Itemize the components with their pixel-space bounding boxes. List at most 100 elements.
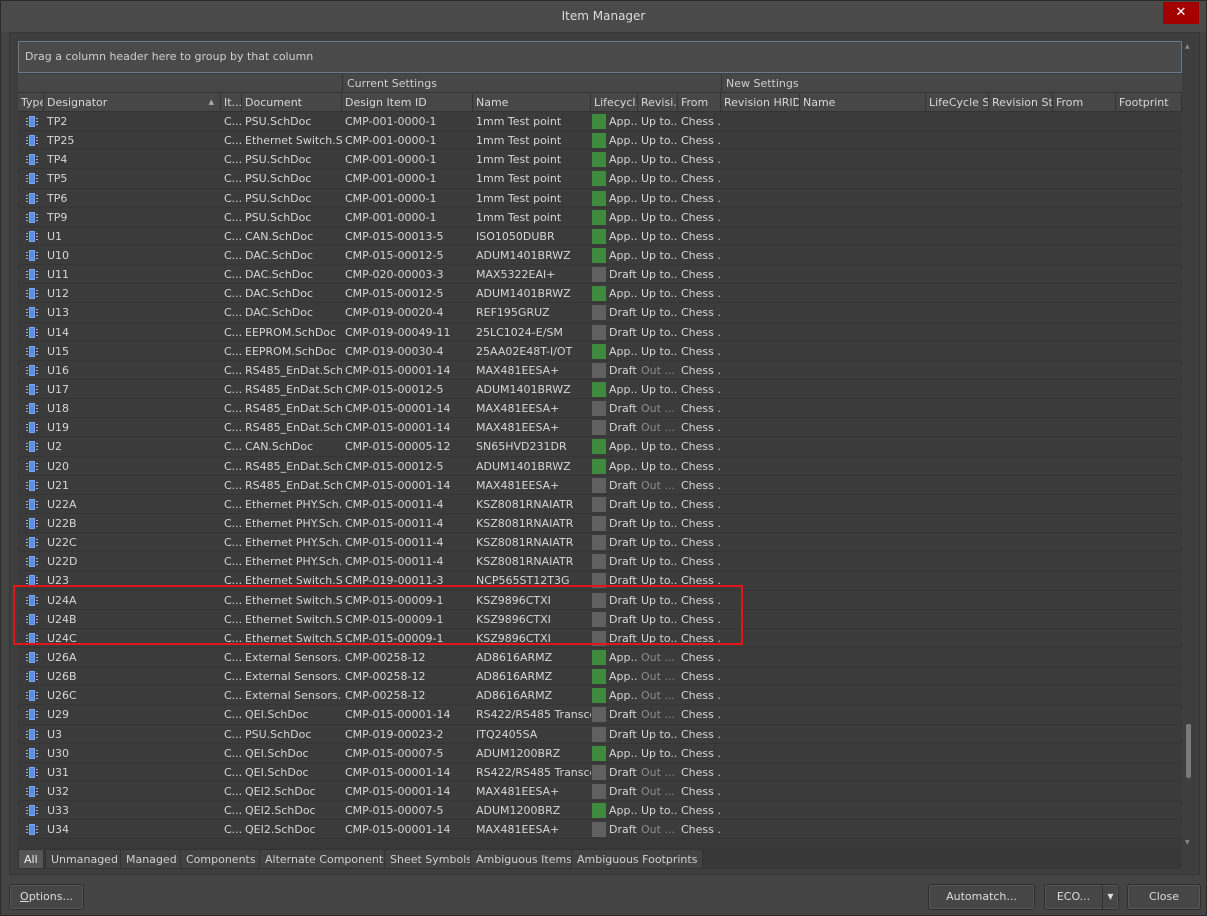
- table-row[interactable]: U22D C... Ethernet PHY.Sch... CMP-015-00011…: [18, 552, 1182, 572]
- eco-button-label: ECO...: [1056, 890, 1091, 903]
- tab-sheet-symbols[interactable]: Sheet Symbols: [384, 849, 479, 869]
- table-row[interactable]: TP2 C... PSU.SchDoc CMP-001-0000-1 1mm Test …: [18, 112, 1182, 132]
- tab-unmanaged[interactable]: Unmanaged: [45, 849, 124, 869]
- cell-document: DAC.SchDoc: [245, 268, 314, 282]
- table-row[interactable]: U31 C... QEI.SchDoc CMP-015-00001-14 RS422/R…: [18, 762, 1182, 782]
- table-row[interactable]: U3 C... PSU.SchDoc CMP-019-00023-2 ITQ2405SA…: [18, 724, 1182, 744]
- header-name[interactable]: Name: [473, 93, 591, 112]
- table-row[interactable]: U33 C... QEI2.SchDoc CMP-015-00007-5 ADUM120…: [18, 801, 1182, 821]
- table-row[interactable]: U13 C... DAC.SchDoc CMP-019-00020-4 REF195GR…: [18, 303, 1182, 323]
- cell-designator: U22A: [47, 497, 77, 511]
- header-new-from[interactable]: From: [1053, 93, 1116, 112]
- cell-lifecycle: App...: [591, 342, 638, 361]
- tab-all[interactable]: All: [18, 849, 44, 869]
- lifecycle-status-swatch: [592, 688, 606, 704]
- cell-lifecycle: Draft: [591, 725, 638, 744]
- table-row[interactable]: U34 C... QEI2.SchDoc CMP-015-00001-14 MAX481…: [18, 820, 1182, 840]
- tab-components[interactable]: Components: [180, 849, 262, 869]
- table-row[interactable]: U19 C...RS485_EnDat.Sch...CMP-015-00001-1…: [18, 418, 1182, 438]
- table-row[interactable]: U24C C...Ethernet Switch.Sc...CMP-015-000…: [18, 628, 1182, 648]
- table-row[interactable]: U22C C... Ethernet PHY.Sch... CMP-015-00011…: [18, 533, 1182, 553]
- table-row[interactable]: TP6 C... PSU.SchDoc CMP-001-0000-1 1mm Test …: [18, 188, 1182, 208]
- cell-design-item-id: CMP-015-00001-14: [345, 708, 451, 722]
- header-design-item-id[interactable]: Design Item ID: [342, 93, 473, 112]
- header-from[interactable]: From: [678, 93, 721, 112]
- cell-design-item-id: CMP-001-0000-1: [345, 115, 437, 128]
- table-row[interactable]: U22A C... Ethernet PHY.Sch... CMP-015-00011…: [18, 494, 1182, 514]
- header-new-footprint[interactable]: Footprint: [1116, 93, 1182, 112]
- close-icon[interactable]: ✕: [1163, 2, 1199, 24]
- table-row[interactable]: U24B C...Ethernet Switch.Sc...CMP-015-000…: [18, 609, 1182, 629]
- cell-name: SN65HVD231DR: [476, 440, 567, 454]
- cell-designator: TP4: [47, 153, 68, 167]
- group-by-bar[interactable]: Drag a column header here to group by th…: [18, 41, 1182, 73]
- cell-revision: Out ...: [641, 363, 675, 377]
- table-row[interactable]: U12 C... DAC.SchDoc CMP-015-00012-5 ADUM1401…: [18, 284, 1182, 304]
- tab-alternate-components[interactable]: Alternate Components: [259, 849, 395, 869]
- header-item[interactable]: It...: [221, 93, 242, 112]
- table-row[interactable]: TP25 C...Ethernet Switch.Sc...CMP-001-000…: [18, 131, 1182, 151]
- table-row[interactable]: U21 C...RS485_EnDat.Sch...CMP-015-00001-1…: [18, 475, 1182, 495]
- cell-designator: U30: [47, 746, 70, 760]
- table-row[interactable]: U10 C... DAC.SchDoc CMP-015-00012-5 ADUM1401…: [18, 245, 1182, 266]
- table-row[interactable]: U23 C...Ethernet Switch.Sc...CMP-019-0001…: [18, 571, 1182, 591]
- table-row[interactable]: U20 C...RS485_EnDat.Sch...CMP-015-00012-5…: [18, 456, 1182, 476]
- cell-document: CAN.SchDoc: [245, 229, 314, 243]
- table-row[interactable]: U26B C...External Sensors.S...CMP-00258-1…: [18, 667, 1182, 687]
- cell-document: CAN.SchDoc: [245, 440, 314, 454]
- lifecycle-status-label: App...: [609, 191, 638, 205]
- table-row[interactable]: U32 C... QEI2.SchDoc CMP-015-00001-14 MAX481…: [18, 781, 1182, 802]
- scroll-up-icon[interactable]: ▲: [1185, 43, 1190, 50]
- tab-ambiguous-footprints[interactable]: Ambiguous Footprints: [571, 849, 704, 869]
- cell-from: Chess ...: [681, 478, 721, 492]
- cell-item: C...: [224, 497, 242, 511]
- cell-item: C...: [224, 459, 242, 473]
- cell-revision: Out ...: [641, 402, 675, 416]
- scrollbar-thumb[interactable]: [1186, 724, 1191, 778]
- cell-lifecycle: App...: [591, 686, 638, 705]
- lifecycle-status-swatch: [592, 669, 606, 685]
- table-row[interactable]: U29 C... QEI.SchDoc CMP-015-00001-14 RS422/R…: [18, 705, 1182, 725]
- header-lifecycle[interactable]: Lifecycl...: [591, 93, 638, 112]
- header-designator[interactable]: Designator ▲: [44, 93, 221, 112]
- cell-name: 1mm Test point: [476, 115, 562, 128]
- vertical-scrollbar[interactable]: ▲ ▼: [1184, 41, 1194, 848]
- tab-managed[interactable]: Managed: [120, 849, 183, 869]
- table-row[interactable]: U26C C...External Sensors.S...CMP-00258-1…: [18, 686, 1182, 706]
- header-new-name[interactable]: Name: [800, 93, 926, 112]
- table-row[interactable]: U1 C... CAN.SchDoc CMP-015-00013-5 ISO1050DU…: [18, 226, 1182, 246]
- table-row[interactable]: TP5 C... PSU.SchDoc CMP-001-0000-1 1mm Test …: [18, 169, 1182, 189]
- table-row[interactable]: U15 C... EEPROM.SchDoc CMP-019-00030-4 25AA0…: [18, 341, 1182, 361]
- table-row[interactable]: U17 C...RS485_EnDat.Sch...CMP-015-00012-5…: [18, 379, 1182, 400]
- tab-ambiguous-items[interactable]: Ambiguous Items: [470, 849, 578, 869]
- table-row[interactable]: U14 C... EEPROM.SchDoc CMP-019-00049-11 25LC…: [18, 322, 1182, 342]
- header-revision[interactable]: Revisi...: [638, 93, 678, 112]
- table-row[interactable]: U30 C... QEI.SchDoc CMP-015-00007-5 ADUM1200…: [18, 743, 1182, 763]
- cell-revision: Up to...: [641, 593, 678, 607]
- header-new-lifecycle[interactable]: LifeCycle S...: [926, 93, 989, 112]
- automatch-button[interactable]: Automatch...: [928, 884, 1035, 910]
- table-row[interactable]: U18 C...RS485_EnDat.Sch...CMP-015-00001-1…: [18, 399, 1182, 419]
- table-row[interactable]: TP4 C... PSU.SchDoc CMP-001-0000-1 1mm Test …: [18, 150, 1182, 170]
- scroll-down-icon[interactable]: ▼: [1185, 839, 1190, 846]
- eco-button[interactable]: ECO... ▼: [1044, 884, 1119, 910]
- header-new-revision-hrid[interactable]: Revision HRID: [721, 93, 800, 112]
- lifecycle-status-swatch: [592, 764, 606, 780]
- header-type[interactable]: Type: [18, 93, 44, 112]
- component-icon: [26, 441, 38, 453]
- table-row[interactable]: U16 C...RS485_EnDat.Sch...CMP-015-00001-1…: [18, 360, 1182, 380]
- table-row[interactable]: U2 C... CAN.SchDoc CMP-015-00005-12 SN65HVD2…: [18, 437, 1182, 457]
- options-button[interactable]: Options...: [9, 884, 84, 910]
- table-row[interactable]: U24A C...Ethernet Switch.Sc...CMP-015-000…: [18, 590, 1182, 610]
- cell-lifecycle: Draft: [591, 303, 638, 322]
- header-new-revision-status[interactable]: Revision St...: [989, 93, 1053, 112]
- table-row[interactable]: U22B C... Ethernet PHY.Sch... CMP-015-00011…: [18, 513, 1182, 534]
- cell-revision: Out ...: [641, 765, 675, 779]
- table-row[interactable]: U26A C...External Sensors.S...CMP-00258-1…: [18, 647, 1182, 668]
- table-row[interactable]: U11 C... DAC.SchDoc CMP-020-00003-3 MAX5322E…: [18, 265, 1182, 285]
- header-document[interactable]: Document: [242, 93, 342, 112]
- close-button[interactable]: Close: [1127, 884, 1201, 910]
- eco-dropdown-icon[interactable]: ▼: [1102, 885, 1118, 909]
- cell-design-item-id: CMP-015-00001-14: [345, 363, 451, 377]
- table-row[interactable]: TP9 C... PSU.SchDoc CMP-001-0000-1 1mm Test …: [18, 207, 1182, 227]
